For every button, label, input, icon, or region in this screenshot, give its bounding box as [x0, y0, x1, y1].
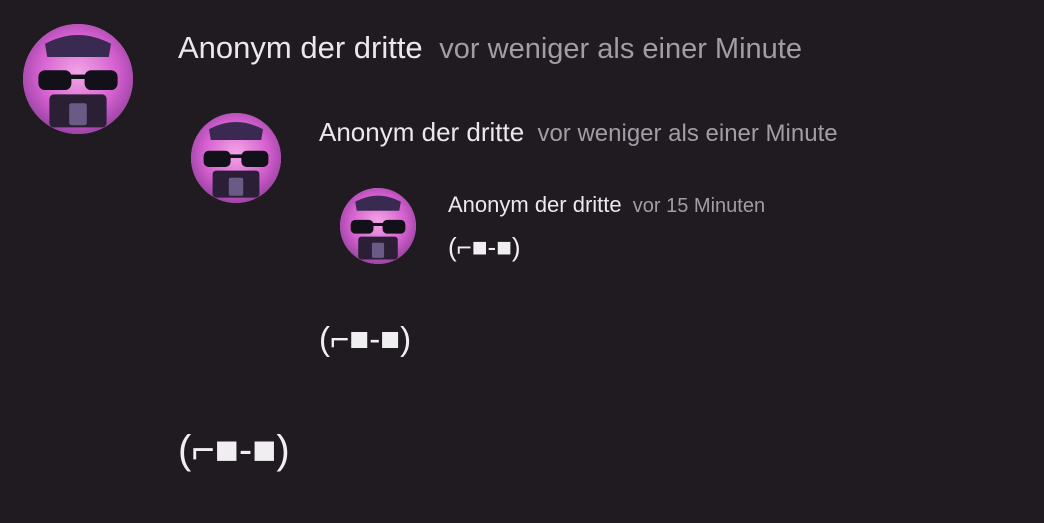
timestamp: vor 15 Minuten — [632, 195, 766, 217]
timestamp: vor weniger als einer Minute — [537, 120, 838, 147]
comment-header: Anonym der dritte vor weniger als einer … — [319, 117, 838, 148]
user-avatar-icon[interactable] — [340, 188, 416, 264]
comment-header: Anonym der dritte vor weniger als einer … — [178, 30, 802, 66]
comment-thread: Anonym der dritte vor weniger als einer … — [0, 0, 1044, 523]
sunglasses-avatar-image — [23, 24, 133, 134]
comment-text: (⌐■-■) — [319, 320, 412, 357]
author-name[interactable]: Anonym der dritte — [178, 30, 423, 65]
user-avatar-icon[interactable] — [191, 113, 281, 203]
sunglasses-avatar-image — [340, 188, 416, 264]
author-name[interactable]: Anonym der dritte — [319, 117, 524, 147]
author-name[interactable]: Anonym der dritte — [448, 192, 622, 217]
sunglasses-avatar-image — [191, 113, 281, 203]
user-avatar-icon[interactable] — [23, 24, 133, 134]
timestamp: vor weniger als einer Minute — [439, 33, 802, 65]
comment-header: Anonym der dritte vor 15 Minuten — [448, 192, 765, 218]
comment-text: (⌐■-■) — [448, 232, 521, 262]
comment-text: (⌐■-■) — [178, 428, 290, 472]
